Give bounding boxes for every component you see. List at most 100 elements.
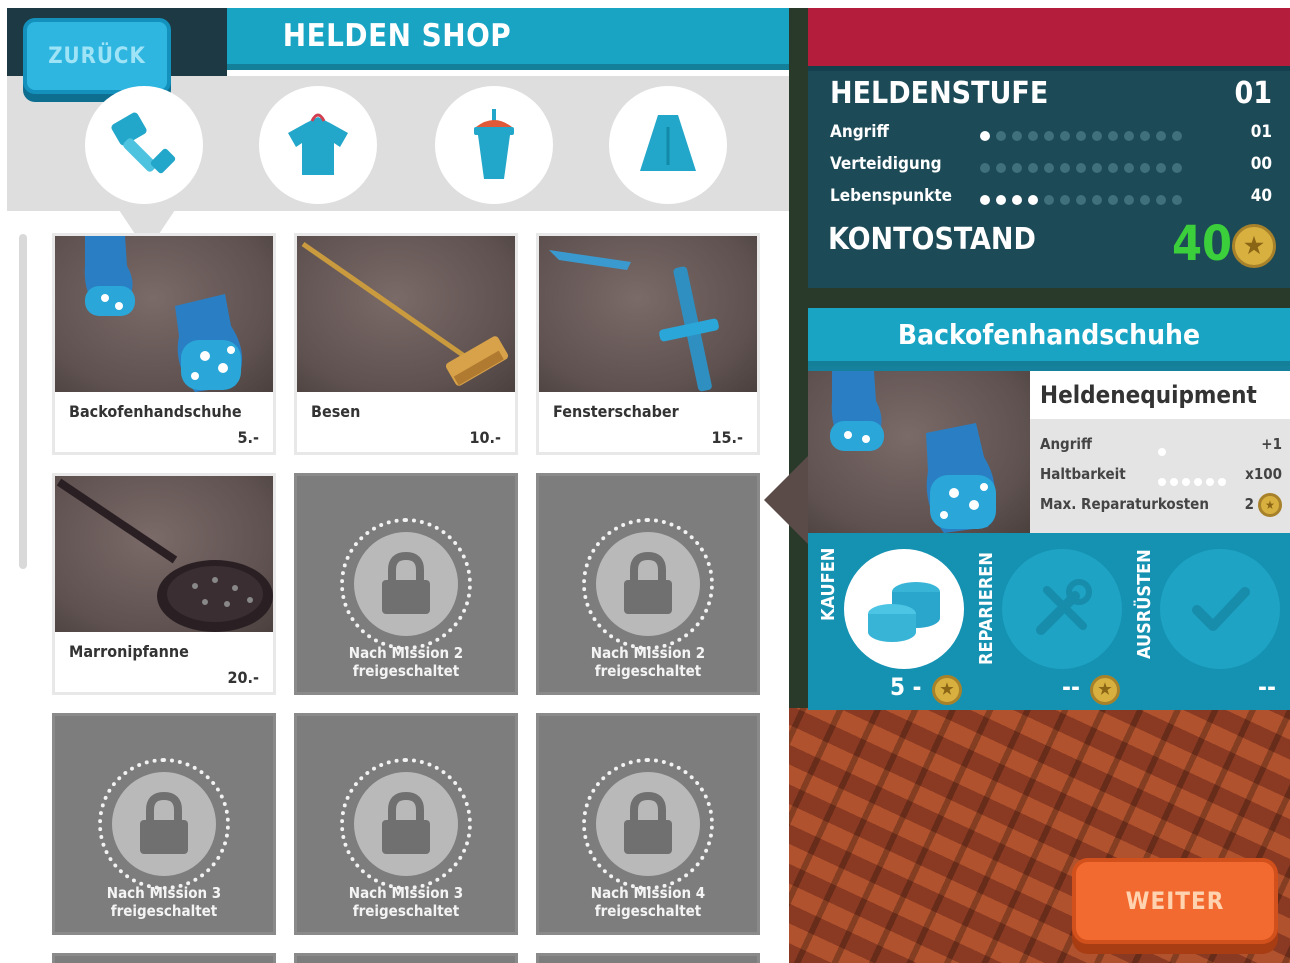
- stat-label: Lebenspunkte: [830, 186, 953, 206]
- stat-dot: [1076, 163, 1086, 173]
- detail-row-attack: Angriff +1: [1040, 435, 1282, 457]
- detail-dot: [1158, 478, 1166, 486]
- stat-dot: [996, 195, 1006, 205]
- shop-title: HELDEN SHOP: [282, 18, 512, 54]
- item-name: Marronipfanne: [69, 642, 189, 661]
- category-capes-button[interactable]: [609, 86, 727, 204]
- window-scraper-icon: [549, 250, 719, 392]
- item-name: Fensterschaber: [553, 402, 679, 421]
- stat-dot: [1124, 195, 1134, 205]
- detail-row-value: 2: [1244, 495, 1254, 513]
- detail-row-dots: [1158, 472, 1230, 490]
- shop-item-card[interactable]: Besen 10.-: [294, 233, 518, 455]
- detail-row-repair-cost: Max. Reparaturkosten 2 ★: [1040, 493, 1282, 517]
- item-price: 10.-: [469, 428, 501, 447]
- detail-dot: [1218, 478, 1226, 486]
- cape-icon: [640, 115, 696, 171]
- hero-level-value: 01: [1234, 76, 1272, 111]
- coin-icon: ★: [1232, 224, 1276, 268]
- item-price: 20.-: [227, 668, 259, 687]
- item-image: [55, 476, 273, 632]
- scrollbar[interactable]: [19, 234, 27, 569]
- stat-label: Verteidigung: [830, 154, 942, 174]
- locked-item-card: [536, 953, 760, 963]
- stat-dot: [1156, 131, 1166, 141]
- action-bar: KAUFEN 5 - ★ REPARIEREN -- ★ AUSRÜSTEN -…: [808, 533, 1290, 710]
- stat-dot: [1076, 131, 1086, 141]
- locked-item-card: Nach Mission 2 freigeschaltet: [294, 473, 518, 695]
- lock-ring: [340, 758, 472, 890]
- stat-dot: [1172, 163, 1182, 173]
- lock-icon: [624, 552, 672, 614]
- wrench-hammer-icon: [1036, 579, 1092, 635]
- stat-dot: [1012, 163, 1022, 173]
- chestnut-pan-icon: [56, 478, 273, 632]
- stat-value: 40: [1250, 186, 1272, 206]
- detail-dot: [1206, 478, 1214, 486]
- stat-dot: [1060, 195, 1070, 205]
- stat-dot: [1124, 163, 1134, 173]
- category-tools-button[interactable]: [85, 86, 203, 204]
- shop-item-card[interactable]: Backofenhandschuhe 5.-: [52, 233, 276, 455]
- detail-row-label: Haltbarkeit: [1040, 465, 1126, 483]
- detail-pointer: [764, 456, 808, 544]
- locked-item-card: [294, 953, 518, 963]
- stat-dots: [980, 192, 1188, 210]
- stat-dot: [1172, 131, 1182, 141]
- detail-row-label: Max. Reparaturkosten: [1040, 495, 1209, 513]
- detail-row-dots: [1158, 442, 1170, 460]
- top-red-bar: [808, 8, 1290, 66]
- equip-label: AUSRÜSTEN: [1134, 549, 1155, 659]
- category-clothing-button[interactable]: [259, 86, 377, 204]
- equip-button[interactable]: [1160, 549, 1280, 669]
- detail-row-value: x100: [1245, 465, 1282, 483]
- stat-dot: [1060, 131, 1070, 141]
- drink-cup-icon: [474, 109, 514, 179]
- item-image: [539, 236, 757, 392]
- back-button[interactable]: ZURÜCK: [23, 18, 171, 94]
- repair-button[interactable]: [1002, 549, 1122, 669]
- shop-item-card[interactable]: Marronipfanne 20.-: [52, 473, 276, 695]
- stat-value: 01: [1250, 122, 1272, 142]
- unlock-text: Nach Mission 3 freigeschaltet: [348, 884, 464, 920]
- stat-dot: [980, 163, 990, 173]
- lock-ring: [340, 518, 472, 650]
- stat-dot: [1028, 195, 1038, 205]
- stat-dot: [1108, 195, 1118, 205]
- stat-row-attack: Angriff 01: [830, 122, 1272, 146]
- stat-dot: [1140, 131, 1150, 141]
- hero-level-label: HELDENSTUFE: [830, 76, 1049, 111]
- coin-icon: ★: [1258, 493, 1282, 517]
- stat-dot: [1172, 195, 1182, 205]
- repair-label: REPARIEREN: [976, 552, 997, 665]
- locked-item-card: [52, 953, 276, 963]
- continue-button[interactable]: WEITER: [1072, 858, 1278, 944]
- buy-button[interactable]: [844, 549, 964, 669]
- detail-row-value: +1: [1261, 435, 1282, 453]
- stat-label: Angriff: [830, 122, 889, 142]
- stat-dot: [1140, 195, 1150, 205]
- unlock-text: Nach Mission 2 freigeschaltet: [348, 644, 464, 680]
- detail-dot: [1170, 478, 1178, 486]
- unlock-text: Nach Mission 4 freigeschaltet: [590, 884, 706, 920]
- stat-dot: [1092, 195, 1102, 205]
- stat-dots: [980, 160, 1188, 178]
- detail-image: [808, 371, 1030, 533]
- stat-dot: [1044, 163, 1054, 173]
- detail-dot: [1182, 478, 1190, 486]
- lock-icon: [140, 792, 188, 854]
- shop-item-card[interactable]: Fensterschaber 15.-: [536, 233, 760, 455]
- detail-row-label: Angriff: [1040, 435, 1092, 453]
- stat-dot: [1044, 195, 1054, 205]
- lock-icon: [382, 552, 430, 614]
- lock-icon: [624, 792, 672, 854]
- detail-row-durability: Haltbarkeit x100: [1040, 465, 1282, 487]
- item-price: 15.-: [711, 428, 743, 447]
- oven-mitt-icon: [84, 236, 243, 392]
- category-drinks-button[interactable]: [435, 86, 553, 204]
- locked-item-card: Nach Mission 3 freigeschaltet: [294, 713, 518, 935]
- coin-icon: ★: [932, 675, 962, 705]
- stat-row-defense: Verteidigung 00: [830, 154, 1272, 178]
- stat-dot: [1044, 131, 1054, 141]
- stat-dot: [1028, 163, 1038, 173]
